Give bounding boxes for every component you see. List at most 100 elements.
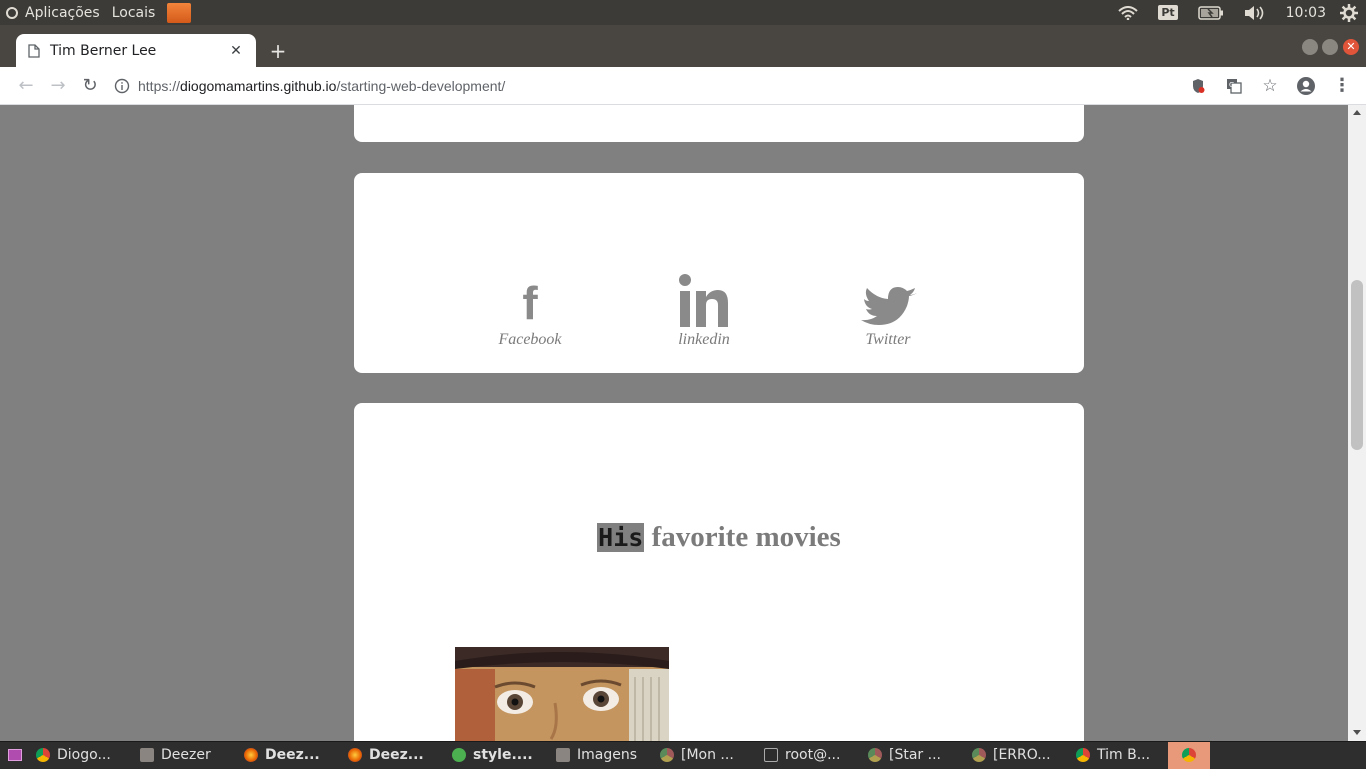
keyboard-layout-indicator[interactable]: Pt <box>1148 0 1187 25</box>
movies-heading-text: favorite movies <box>644 521 841 553</box>
extension-button[interactable] <box>1180 70 1216 102</box>
system-menu[interactable] <box>1336 0 1366 25</box>
taskbar-item[interactable]: Diogo... <box>30 742 134 769</box>
facebook-link[interactable]: f Facebook <box>498 273 562 349</box>
scrollbar-thumb[interactable] <box>1351 280 1363 450</box>
menu-button[interactable]: ⋮ <box>1324 70 1360 102</box>
twitter-icon <box>861 287 917 325</box>
new-tab-button[interactable]: + <box>265 38 291 64</box>
taskbar-item[interactable]: [Star ... <box>862 742 966 769</box>
places-label: Locais <box>111 4 156 21</box>
taskbar-item[interactable]: [ERRO... <box>966 742 1070 769</box>
folder-icon <box>167 2 192 23</box>
facebook-icon: f <box>522 277 538 329</box>
forward-button[interactable]: → <box>42 70 74 102</box>
taskbar-item-active[interactable] <box>1168 741 1210 769</box>
reload-button[interactable]: ↻ <box>74 70 106 102</box>
firefox-icon <box>348 748 362 762</box>
kebab-menu-icon: ⋮ <box>1333 75 1351 96</box>
clock[interactable]: 10:03 <box>1276 5 1336 21</box>
minimize-button[interactable] <box>1302 39 1318 55</box>
taskbar-item-label: [Star ... <box>889 747 941 763</box>
wifi-indicator[interactable] <box>1108 0 1148 25</box>
gear-icon <box>1340 3 1358 22</box>
movie-poster-art <box>455 647 669 741</box>
twitter-label: Twitter <box>865 331 911 348</box>
tab-title: Tim Berner Lee <box>50 42 157 59</box>
page-viewport: f Facebook linkedin Twitter His favorite… <box>0 105 1348 741</box>
url-scheme: https:// <box>138 77 181 94</box>
svg-text:G: G <box>1229 81 1234 89</box>
movies-heading: His favorite movies <box>354 521 1084 554</box>
scroll-up-arrow-icon[interactable] <box>1353 110 1361 115</box>
star-icon: ☆ <box>1262 75 1278 96</box>
taskbar-item[interactable]: root@... <box>758 742 862 769</box>
tab-close-icon[interactable]: ✕ <box>228 43 244 59</box>
window-icon <box>140 748 154 762</box>
address-bar[interactable]: https://diogomamartins.github.io/startin… <box>114 78 505 94</box>
chrome-icon <box>972 748 986 762</box>
desktop-icon <box>8 749 22 761</box>
translate-icon: G <box>1227 78 1242 94</box>
linkedin-icon <box>679 274 728 327</box>
social-links-card: f Facebook linkedin Twitter <box>354 173 1084 373</box>
taskbar-item-label: Deezer <box>161 747 211 763</box>
taskbar: Diogo... Deezer Deez... Deez... style...… <box>0 741 1366 769</box>
arrow-right-icon: → <box>50 75 66 96</box>
translate-button[interactable]: G <box>1216 70 1252 102</box>
scroll-down-arrow-icon[interactable] <box>1353 730 1361 735</box>
firefox-icon <box>244 748 258 762</box>
show-desktop-button[interactable] <box>0 742 30 769</box>
back-button[interactable]: ← <box>10 70 42 102</box>
window-icon <box>556 748 570 762</box>
bookmark-button[interactable]: ☆ <box>1252 70 1288 102</box>
arrow-left-icon: ← <box>18 75 34 96</box>
keyboard-layout-label: Pt <box>1158 5 1178 20</box>
taskbar-item[interactable]: [Mon ... <box>654 742 758 769</box>
chrome-icon <box>868 748 882 762</box>
battery-icon <box>1197 5 1223 20</box>
taskbar-item-label: Deez... <box>265 747 320 763</box>
taskbar-item[interactable]: Tim B... <box>1070 742 1168 769</box>
files-launcher[interactable] <box>161 0 197 25</box>
battery-indicator[interactable] <box>1188 0 1234 25</box>
applications-menu[interactable]: Aplicações <box>0 0 106 25</box>
facebook-label: Facebook <box>498 331 562 348</box>
url-path: /starting-web-development/ <box>336 77 506 94</box>
taskbar-item-label: Diogo... <box>57 747 111 763</box>
taskbar-item-label: root@... <box>785 747 841 763</box>
chrome-icon <box>36 748 50 762</box>
page-scrollbar[interactable] <box>1348 105 1366 741</box>
terminal-icon <box>764 748 778 762</box>
twitter-link[interactable]: Twitter <box>854 273 922 349</box>
linkedin-label: linkedin <box>678 331 730 348</box>
movies-heading-highlight: His <box>597 523 645 552</box>
reload-icon: ↻ <box>82 75 98 96</box>
taskbar-item[interactable]: Deezer <box>134 742 238 769</box>
taskbar-item[interactable]: Deez... <box>342 742 446 769</box>
taskbar-item[interactable]: Deez... <box>238 742 342 769</box>
taskbar-item[interactable]: Imagens <box>550 742 654 769</box>
close-window-button[interactable]: ✕ <box>1343 39 1359 55</box>
info-icon <box>114 78 130 93</box>
top-panel: Aplicações Locais Pt 10:03 <box>0 0 1366 25</box>
document-icon <box>28 43 40 58</box>
places-menu[interactable]: Locais <box>106 0 162 25</box>
taskbar-item-label: Tim B... <box>1097 747 1151 763</box>
movie-poster-image[interactable] <box>455 647 669 741</box>
account-icon <box>1297 76 1315 95</box>
volume-icon <box>1244 5 1263 20</box>
linkedin-link[interactable]: linkedin <box>676 273 732 349</box>
applications-label: Aplicações <box>25 4 100 21</box>
url-host: diogomamartins.github.io <box>180 77 337 94</box>
volume-indicator[interactable] <box>1234 0 1276 25</box>
content-card <box>354 105 1084 142</box>
browser-tab[interactable]: Tim Berner Lee ✕ <box>16 34 256 67</box>
maximize-button[interactable] <box>1322 39 1338 55</box>
taskbar-item[interactable]: style.... <box>446 742 550 769</box>
browser-toolbar: ← → ↻ https://diogomamartins.github.io/s… <box>0 67 1366 105</box>
chrome-icon <box>660 748 674 762</box>
wifi-icon <box>1118 5 1138 20</box>
profile-button[interactable] <box>1288 70 1324 102</box>
shield-icon <box>1193 78 1205 93</box>
